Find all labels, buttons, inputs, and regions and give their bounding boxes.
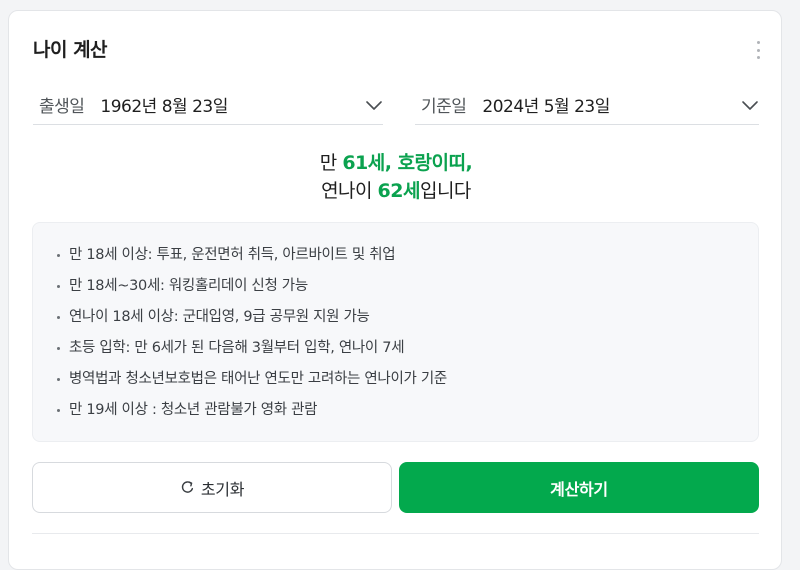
list-item: 병역법과 청소년보호법은 태어난 연도만 고려하는 연나이가 기준 xyxy=(57,367,758,398)
birth-date-value: 1962년 8월 23일 xyxy=(100,97,228,117)
age-calculator-card: 나이 계산 출생일 1962년 8월 23일 기준일 2024년 5월 23일 … xyxy=(8,10,782,570)
list-item: 만 18세 이상: 투표, 운전면허 취득, 아르바이트 및 취업 xyxy=(57,243,758,274)
birth-date-label: 출생일 xyxy=(39,97,85,117)
korean-age-prefix: 연나이 xyxy=(321,180,378,202)
korean-age-suffix: 입니다 xyxy=(419,180,471,202)
more-icon[interactable] xyxy=(755,41,761,59)
list-item: 초등 입학: 만 6세가 된 다음해 3월부터 입학, 연나이 7세 xyxy=(57,336,758,367)
result-comma: , xyxy=(465,152,473,174)
calculate-button[interactable]: 계산하기 xyxy=(399,462,759,513)
reference-date-label: 기준일 xyxy=(421,97,467,117)
refresh-icon xyxy=(181,481,193,493)
result-line-2: 연나이 62세입니다 xyxy=(9,177,783,205)
reference-date-value: 2024년 5월 23일 xyxy=(482,97,610,117)
birth-date-select[interactable]: 출생일 1962년 8월 23일 xyxy=(33,85,383,125)
age-info-box: 만 18세 이상: 투표, 운전면허 취득, 아르바이트 및 취업 만 18세~… xyxy=(32,222,759,442)
reference-date-select[interactable]: 기준일 2024년 5월 23일 xyxy=(415,85,759,125)
chevron-down-icon xyxy=(742,101,758,110)
age-result: 만 61세, 호랑이띠, 연나이 62세입니다 xyxy=(9,149,783,205)
result-prefix: 만 xyxy=(319,152,343,174)
list-item: 만 19세 이상 : 청소년 관람불가 영화 관람 xyxy=(57,398,758,429)
reset-button-label: 초기화 xyxy=(200,479,245,499)
chevron-down-icon xyxy=(366,101,382,110)
divider xyxy=(32,533,759,534)
result-separator: , xyxy=(384,152,398,174)
reset-button[interactable]: 초기화 xyxy=(32,462,392,513)
list-item: 만 18세~30세: 워킹홀리데이 신청 가능 xyxy=(57,274,758,305)
international-age: 61세 xyxy=(342,152,385,174)
korean-age: 62세 xyxy=(377,180,421,202)
zodiac-sign: 호랑이띠 xyxy=(397,152,466,174)
widget-title: 나이 계산 xyxy=(33,39,108,61)
calculate-button-label: 계산하기 xyxy=(550,479,608,499)
list-item: 연나이 18세 이상: 군대입영, 9급 공무원 지원 가능 xyxy=(57,305,758,336)
info-list: 만 18세 이상: 투표, 운전면허 취득, 아르바이트 및 취업 만 18세~… xyxy=(57,243,758,429)
result-line-1: 만 61세, 호랑이띠, xyxy=(9,149,783,177)
